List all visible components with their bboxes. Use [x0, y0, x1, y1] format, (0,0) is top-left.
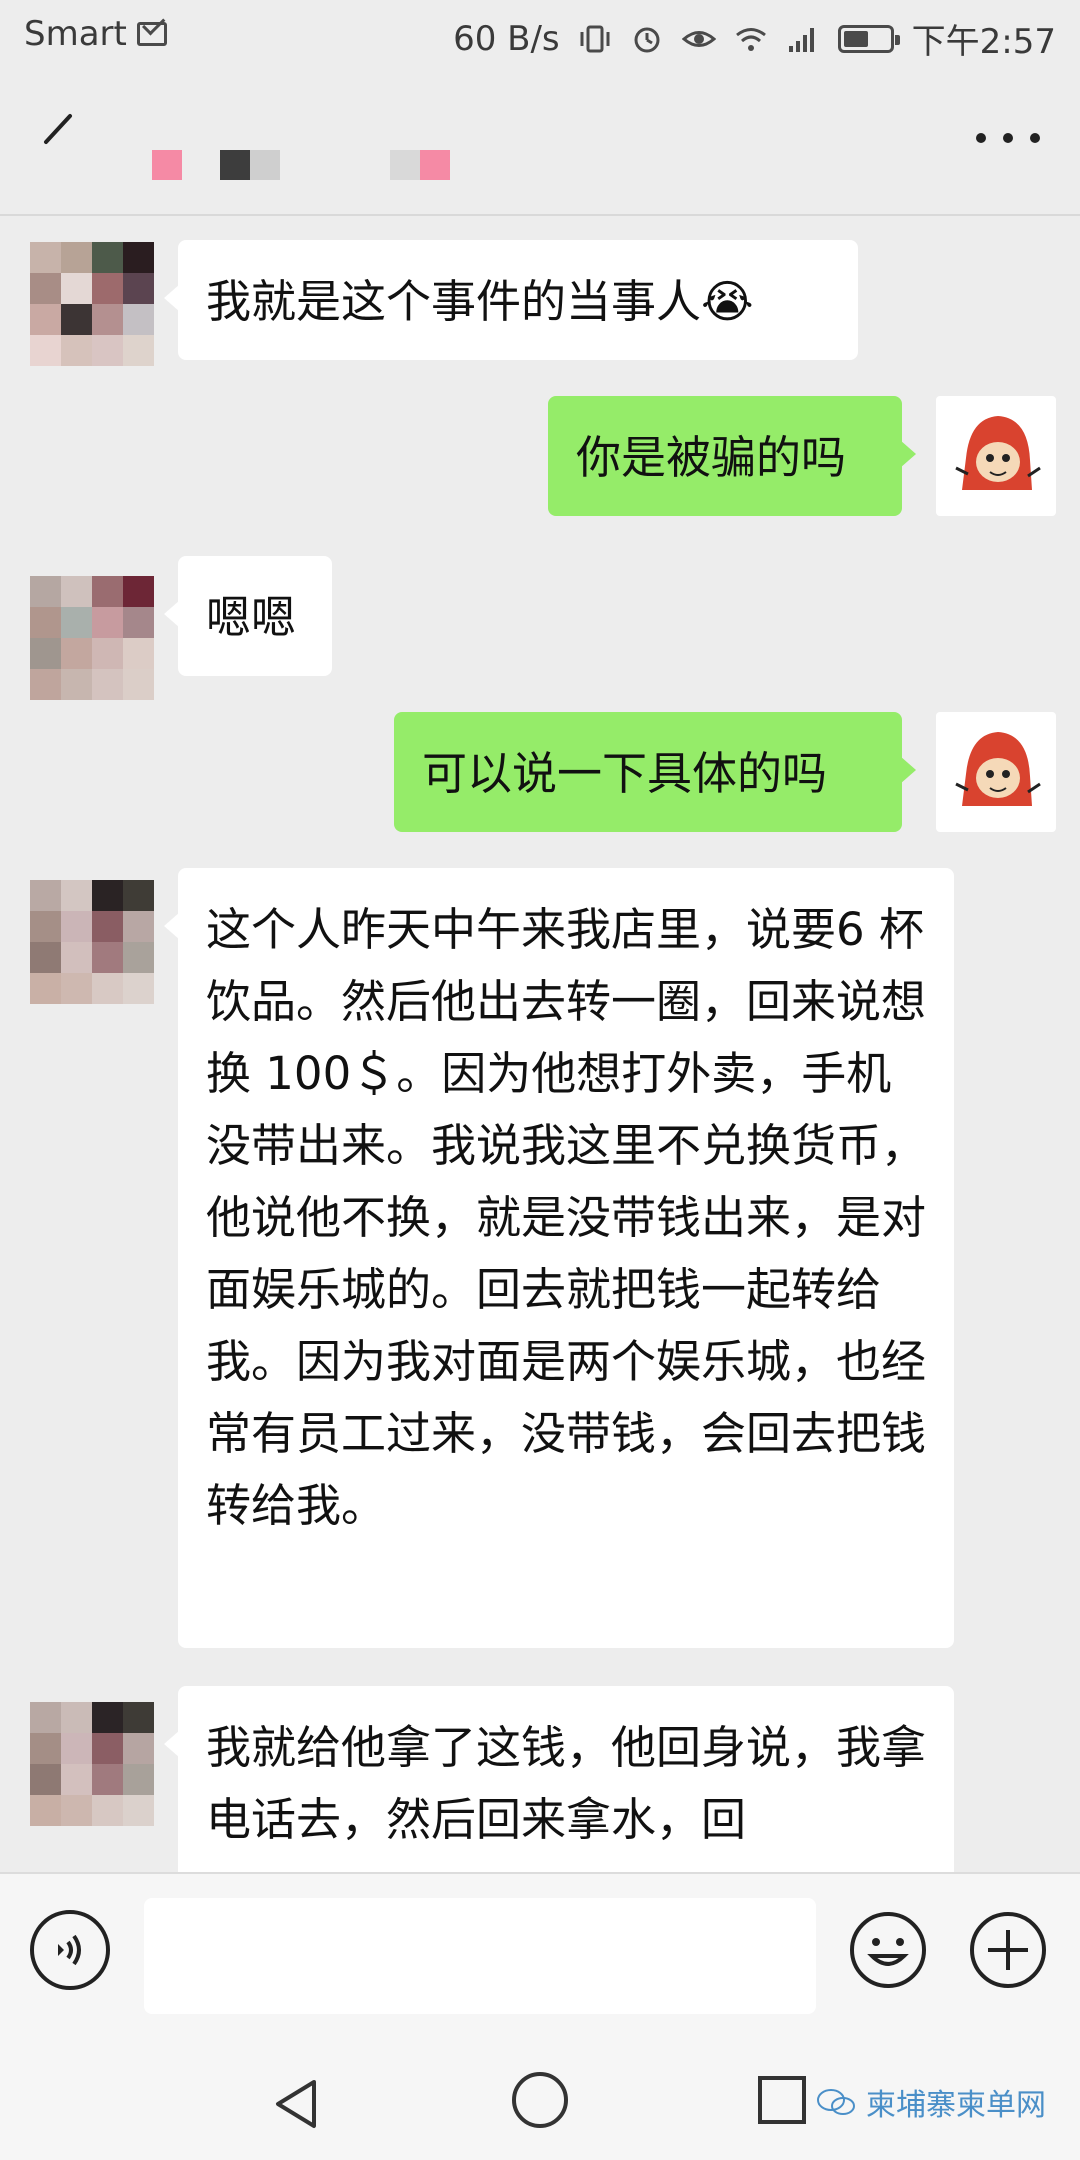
triangle-back-icon[interactable]	[270, 2076, 322, 2132]
message-input[interactable]	[144, 1898, 816, 2014]
status-left: Smart	[24, 14, 167, 54]
contact-avatar[interactable]	[30, 576, 154, 700]
message-bubble-incoming[interactable]: 这个人昨天中午来我店里，说要6 杯饮品。然后他出去转一圈，回来说想换 100＄。…	[164, 868, 954, 1648]
voice-icon[interactable]	[30, 1910, 110, 1990]
contact-avatar[interactable]	[30, 242, 154, 366]
more-icon[interactable]	[976, 118, 1040, 158]
clock-label: 下午2:57	[911, 22, 1056, 62]
chat-input-bar	[0, 1872, 1080, 2022]
circle-home-icon[interactable]	[512, 2072, 568, 2128]
eye-icon	[681, 30, 716, 47]
wechat-chat-screen: Smart 60 B/s 下午2:57 我就是这个事件的当事人😭 你是被骗的吗 …	[0, 0, 1080, 2160]
wifi-icon	[735, 27, 766, 51]
plus-icon[interactable]	[968, 1910, 1048, 1990]
back-icon[interactable]	[30, 102, 90, 162]
message-bubble-incoming[interactable]: 嗯嗯	[164, 556, 332, 676]
status-bar: Smart 60 B/s 下午2:57	[0, 0, 1080, 72]
contact-avatar[interactable]	[30, 880, 154, 1004]
self-avatar[interactable]	[936, 396, 1056, 516]
net-speed-label: 60 B/s	[453, 18, 560, 59]
message-bubble-incoming[interactable]: 我就给他拿了这钱，他回身说，我拿电话去，然后回来拿水，回	[164, 1686, 954, 1872]
status-right: 60 B/s 下午2:57	[453, 14, 1056, 63]
contact-avatar[interactable]	[30, 1702, 154, 1826]
message-bubble-incoming[interactable]: 我就是这个事件的当事人😭	[164, 240, 858, 360]
signal-icon	[788, 27, 814, 52]
carrier-label: Smart	[24, 14, 127, 54]
wechat-logo-icon	[817, 2089, 855, 2115]
battery-icon	[837, 24, 900, 53]
watermark-text: 柬埔寨柬单网	[866, 2088, 1046, 2123]
battery-level-fill	[843, 30, 868, 47]
contact-name-redacted	[152, 150, 450, 180]
system-nav-bar: 柬埔寨柬单网	[0, 2020, 1080, 2160]
red-hood-avatar-icon	[955, 416, 1041, 490]
alarm-icon	[634, 27, 660, 52]
watermark: 柬埔寨柬单网	[816, 2080, 1046, 2124]
message-list: 我就是这个事件的当事人😭 你是被骗的吗 嗯嗯 可以说一下具体的吗 这个人昨天中午…	[0, 216, 1080, 1872]
voice-waves-icon	[58, 1934, 81, 1966]
chat-title-bar	[0, 72, 1080, 216]
message-bubble-outgoing[interactable]: 可以说一下具体的吗	[394, 712, 916, 832]
emoji-icon[interactable]	[848, 1910, 928, 1990]
square-recent-icon[interactable]	[758, 2076, 806, 2124]
mail-icon	[136, 22, 167, 46]
vibrate-icon	[580, 25, 610, 52]
self-avatar[interactable]	[936, 712, 1056, 832]
message-bubble-outgoing[interactable]: 你是被骗的吗	[548, 396, 916, 516]
red-hood-avatar-icon	[955, 732, 1041, 806]
